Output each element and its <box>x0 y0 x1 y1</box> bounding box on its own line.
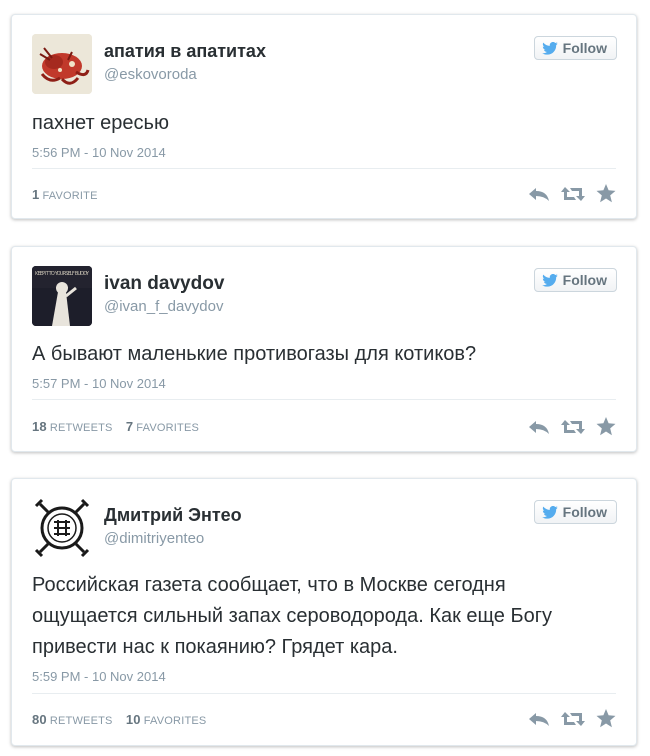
tweet-actions <box>518 709 616 728</box>
tweet-text: Российская газета сообщает, что в Москве… <box>32 574 552 658</box>
divider <box>32 168 616 169</box>
divider <box>32 399 616 400</box>
retweets-stat[interactable]: 80 RETWEETS <box>32 712 113 727</box>
follow-label: Follow <box>562 40 607 56</box>
retweets-count: 18 <box>32 419 47 434</box>
retweets-count: 80 <box>32 712 47 727</box>
follow-label: Follow <box>562 504 607 520</box>
favorite-star-icon[interactable] <box>596 184 616 203</box>
reply-icon[interactable] <box>528 711 550 727</box>
favorites-label: FAVORITES <box>136 422 200 434</box>
follow-label: Follow <box>562 272 607 288</box>
favorites-stat[interactable]: 7 FAVORITES <box>125 419 200 434</box>
favorites-count: 1 <box>32 187 40 202</box>
user-handle[interactable]: @ivan_f_davydov <box>104 298 223 315</box>
favorites-stat[interactable]: 1 FAVORITE <box>32 187 98 202</box>
timestamp[interactable]: 5:59 PM - 10 Nov 2014 <box>32 669 166 684</box>
follow-button[interactable]: Follow <box>533 500 617 524</box>
display-name[interactable]: апатия в апатитах <box>104 41 266 62</box>
retweet-icon[interactable] <box>560 711 586 727</box>
retweet-icon[interactable] <box>560 419 586 435</box>
twitter-bird-icon <box>541 505 558 519</box>
tweet-card-1: апатия в апатитах @eskovoroda Follow пах… <box>11 14 637 219</box>
avatar[interactable] <box>32 498 92 558</box>
favorites-count: 10 <box>125 712 141 727</box>
user-handle[interactable]: @eskovoroda <box>104 66 197 83</box>
retweets-label: RETWEETS <box>49 715 113 727</box>
tweet-stats: 80 RETWEETS 10 FAVORITES <box>32 712 216 727</box>
enteo-emblem-icon <box>32 498 92 558</box>
tweet-text: А бывают маленькие противогазы для котик… <box>32 343 477 365</box>
favorites-label: FAVORITES <box>143 715 207 727</box>
retweet-icon[interactable] <box>560 186 586 202</box>
avatar[interactable]: KEEP IT TO YOURSELF BUDDY <box>32 266 92 326</box>
follow-button[interactable]: Follow <box>533 36 617 60</box>
tweet-actions <box>518 184 616 203</box>
twitter-bird-icon <box>541 41 558 55</box>
timestamp[interactable]: 5:57 PM - 10 Nov 2014 <box>32 376 166 391</box>
display-name[interactable]: Дмитрий Энтео <box>104 505 242 526</box>
favorites-count: 7 <box>125 419 134 434</box>
timestamp[interactable]: 5:56 PM - 10 Nov 2014 <box>32 145 166 160</box>
tweet-card-3: Дмитрий Энтео @dimitriyenteo Follow Росс… <box>11 478 637 746</box>
twitter-bird-icon <box>541 273 558 287</box>
user-handle[interactable]: @dimitriyenteo <box>104 530 204 547</box>
favorites-stat[interactable]: 10 FAVORITES <box>125 712 207 727</box>
reply-icon[interactable] <box>528 186 550 202</box>
favorites-label: FAVORITE <box>42 190 98 202</box>
retweets-label: RETWEETS <box>49 422 113 434</box>
tweet-card-2: KEEP IT TO YOURSELF BUDDY ivan davydov @… <box>11 246 637 452</box>
avatar-caption: KEEP IT TO YOURSELF BUDDY <box>35 271 90 277</box>
follow-button[interactable]: Follow <box>533 268 617 292</box>
reply-icon[interactable] <box>528 419 550 435</box>
avatar[interactable] <box>32 34 92 94</box>
tweet-stats: 1 FAVORITE <box>32 187 108 202</box>
tweet-stats: 18 RETWEETS 7 FAVORITES <box>32 419 209 434</box>
display-name[interactable]: ivan davydov <box>104 273 224 295</box>
tweet-actions <box>518 417 616 436</box>
divider <box>32 693 616 694</box>
tweet-text: пахнет ересью <box>32 112 169 134</box>
favorite-star-icon[interactable] <box>596 417 616 436</box>
favorite-star-icon[interactable] <box>596 709 616 728</box>
retweets-stat[interactable]: 18 RETWEETS <box>32 419 113 434</box>
